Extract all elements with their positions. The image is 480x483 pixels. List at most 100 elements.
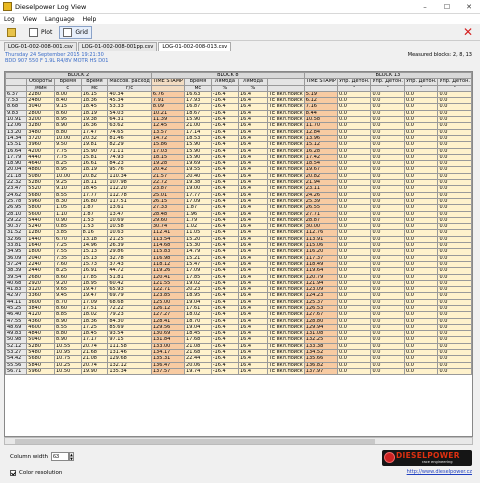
table-cell[interactable]: 16.4 [237, 367, 268, 376]
menu-language[interactable]: Language [45, 16, 75, 23]
table-cell[interactable]: 137.97 [303, 367, 338, 376]
table-cell[interactable]: ТЕ вкл.поиск [266, 298, 305, 307]
table-cell[interactable]: ТЕ вкл.поиск [266, 153, 305, 162]
table-cell[interactable]: ТЕ вкл.поиск [266, 336, 305, 344]
website-link[interactable]: http://www.dieselpower.cz [407, 469, 472, 475]
table-cell[interactable]: ТЕ вкл.поиск [266, 166, 305, 174]
column-header[interactable]: Упр. Детон. [370, 78, 405, 86]
table-cell[interactable]: ТЕ вкл.поиск [266, 172, 305, 181]
table-cell[interactable]: -16.4 [210, 367, 239, 376]
data-table: BLOCK 2 BLOCK 8 BLOCK 13 Обороты Время Вре… [5, 72, 472, 376]
table-cell[interactable]: 19.90 [80, 367, 109, 376]
menu-help[interactable]: Help [83, 16, 97, 23]
table-cell[interactable]: ТЕ вкл.поиск [266, 185, 305, 193]
window-titlebar: Dieselpower Log View – ☐ ✕ [0, 0, 480, 14]
close-window-button[interactable]: ✕ [458, 0, 480, 14]
table-cell[interactable]: ТЕ вкл.поиск [266, 223, 305, 231]
column-width-input[interactable] [50, 452, 69, 461]
measured-blocks: Measured blocks: 2, 8, 13 [407, 52, 472, 58]
logo-subtext: race engineering [422, 460, 453, 464]
table-cell[interactable]: ТЕ вкл.поиск [266, 197, 305, 206]
close-log-icon[interactable]: ✕ [463, 26, 473, 38]
table-cell[interactable]: ТЕ вкл.поиск [266, 241, 305, 250]
column-header[interactable]: Обороты [26, 78, 55, 86]
table-cell[interactable]: ТЕ вкл.поиск [266, 103, 305, 111]
maximize-button[interactable]: ☐ [436, 0, 458, 14]
menu-view[interactable]: View [23, 16, 37, 23]
table-cell[interactable]: ТЕ вкл.поиск [266, 160, 305, 168]
table-cell[interactable]: ТЕ вкл.поиск [266, 323, 305, 332]
window-title: Dieselpower Log View [15, 2, 87, 11]
table-cell[interactable]: ТЕ вкл.поиск [266, 179, 305, 187]
table-cell[interactable]: 0.0 [437, 367, 472, 376]
table-cell[interactable]: ТЕ вкл.поиск [266, 260, 305, 269]
column-header[interactable]: Упр. Детон. [336, 78, 372, 86]
table-cell[interactable]: ТЕ вкл.поиск [266, 134, 305, 143]
scrollbar-thumb[interactable] [15, 439, 375, 444]
table-cell[interactable]: ТЕ вкл.поиск [266, 267, 305, 275]
tab-file-3[interactable]: LOG-01-002-008-013.csv [158, 42, 232, 51]
table-cell[interactable]: ТЕ вкл.поиск [266, 349, 305, 357]
column-header[interactable]: Упр. Детон. [437, 78, 472, 86]
table-cell[interactable]: ТЕ вкл.поиск [266, 292, 305, 300]
table-cell[interactable]: ТЕ вкл.поиск [266, 273, 305, 281]
table-cell[interactable]: ТЕ вкл.поиск [266, 90, 305, 99]
table-cell[interactable]: ТЕ вкл.поиск [266, 311, 305, 319]
table-cell[interactable]: ТЕ вкл.поиск [266, 122, 305, 130]
table-cell[interactable]: ТЕ вкл.поиск [266, 204, 305, 212]
table-cell[interactable]: 135.34 [107, 367, 152, 376]
table-cell[interactable]: ТЕ вкл.поиск [266, 109, 305, 118]
table-cell[interactable]: 0.0 [403, 367, 439, 376]
table-cell[interactable]: 5960 [26, 367, 55, 376]
color-resolution-label: Color resolution [19, 470, 63, 476]
table-cell[interactable]: 137.57 [150, 367, 186, 376]
table-cell[interactable]: ТЕ вкл.поиск [266, 317, 305, 325]
open-file-button[interactable] [4, 26, 22, 39]
menu-log[interactable]: Log [4, 16, 15, 23]
table-cell[interactable]: ТЕ вкл.поиск [266, 141, 305, 149]
table-cell[interactable]: ТЕ вкл.поиск [266, 286, 305, 294]
color-resolution-checkbox[interactable] [10, 470, 16, 476]
column-header[interactable]: TIME STAMP [303, 78, 338, 86]
table-cell[interactable]: 19.74 [184, 367, 212, 376]
column-header[interactable]: Лямбда [210, 78, 239, 86]
table-cell[interactable]: ТЕ вкл.поиск [266, 128, 305, 136]
horizontal-scrollbar[interactable] [4, 437, 473, 445]
data-grid[interactable]: BLOCK 2 BLOCK 8 BLOCK 13 Обороты Время Вре… [4, 71, 473, 437]
table-cell[interactable]: ТЕ вкл.поиск [266, 229, 305, 237]
table-cell[interactable]: ТЕ вкл.поиск [266, 147, 305, 155]
table-cell[interactable]: ТЕ вкл.поиск [266, 248, 305, 256]
table-cell[interactable]: 10.50 [53, 367, 82, 376]
table-cell[interactable]: ТЕ вкл.поиск [266, 361, 305, 369]
toolbar: Plot Grid [0, 24, 480, 41]
table-cell[interactable]: ТЕ вкл.поиск [266, 97, 305, 105]
table-cell[interactable]: ТЕ вкл.поиск [266, 235, 305, 244]
dieselpower-logo: DIESELPOWER race engineering [382, 450, 472, 466]
column-header[interactable]: Упр. Детон. [403, 78, 439, 86]
table-cell[interactable]: 56.71 [5, 367, 28, 376]
grid-body: 6.37 2280 8.00 16.15 40.34 6.76 16.63 -16.4 16.4… [5, 90, 472, 376]
column-header[interactable]: Массов. расход [107, 78, 152, 86]
table-cell[interactable]: 0.0 [336, 367, 372, 376]
column-width-spinner[interactable]: ▲ ▼ [68, 452, 74, 461]
table-cell[interactable]: ТЕ вкл.поиск [266, 304, 305, 313]
tab-file-1[interactable]: LOG-01-002-008-001.csv [4, 42, 77, 51]
tab-file-2[interactable]: LOG-01-002-008-001pp.csv [77, 42, 158, 51]
table-row[interactable]: 56.71 5960 10.50 19.90 135.34 137.57 19.74 -16.… [5, 367, 472, 376]
table-cell[interactable]: ТЕ вкл.поиск [266, 279, 305, 288]
table-cell[interactable]: ТЕ вкл.поиск [266, 216, 305, 225]
table-cell[interactable]: ТЕ вкл.поиск [266, 367, 305, 376]
table-cell[interactable]: ТЕ вкл.поиск [266, 116, 305, 124]
table-cell[interactable]: ТЕ вкл.поиск [266, 330, 305, 338]
column-header[interactable]: TIME STAMP [150, 78, 186, 86]
table-cell[interactable]: ТЕ вкл.поиск [266, 210, 305, 218]
grid-button[interactable]: Grid [59, 25, 92, 39]
table-cell[interactable]: ТЕ вкл.поиск [266, 355, 305, 363]
log-info: Thursday 24 September 2015 19:21:30 BDD … [5, 52, 108, 64]
table-cell[interactable]: ТЕ вкл.поиск [266, 191, 305, 199]
minimize-button[interactable]: – [414, 0, 436, 14]
table-cell[interactable]: ТЕ вкл.поиск [266, 342, 305, 351]
table-cell[interactable]: 0.0 [370, 367, 405, 376]
plot-button[interactable]: Plot [26, 26, 55, 39]
table-cell[interactable]: ТЕ вкл.поиск [266, 254, 305, 262]
